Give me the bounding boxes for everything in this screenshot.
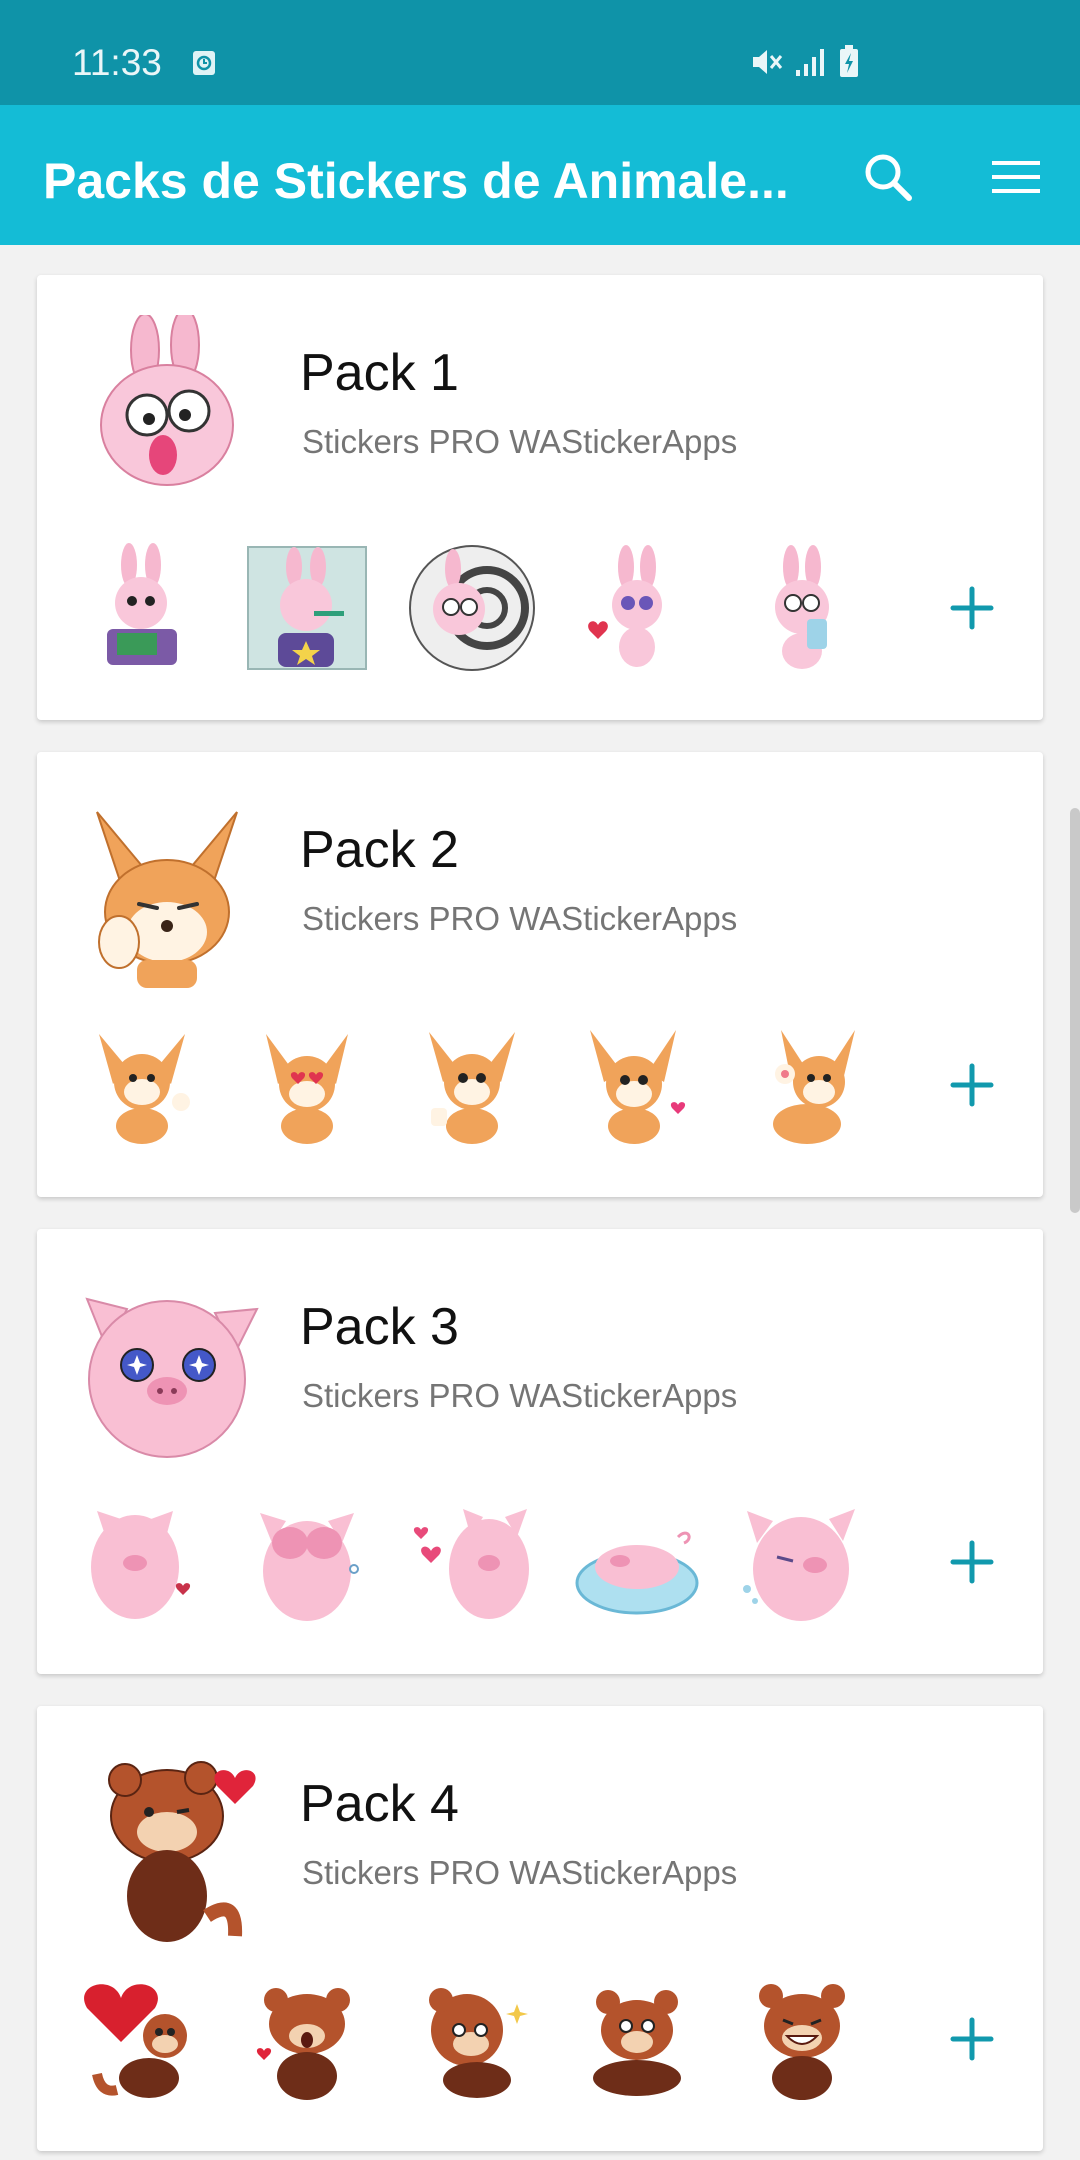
battery-charging-icon [840, 45, 858, 77]
fox-wave-paw-sticker [773, 1030, 855, 1144]
sticker-row [77, 1020, 917, 1150]
mute-icon [753, 50, 783, 74]
scrollbar[interactable] [1070, 808, 1080, 1213]
alarm-icon [193, 51, 215, 75]
pack-publisher: Stickers PRO WAStickerApps [302, 423, 738, 460]
bunny-brushing-teeth-sticker [247, 546, 367, 670]
pack-name: Pack 4 [300, 1775, 459, 1833]
app-bar: Packs de Stickers de Animale... [0, 105, 1080, 245]
add-pack-button[interactable] [937, 2004, 1007, 2074]
panda-heart-balloon-sticker [84, 1984, 187, 2098]
fox-waving-sticker [99, 1034, 190, 1144]
fox-heart-eyes-sticker [266, 1034, 348, 1144]
search-icon[interactable] [862, 151, 914, 203]
pack-publisher: Stickers PRO WAStickerApps [302, 1377, 738, 1414]
menu-icon[interactable] [992, 157, 1040, 197]
signal-icon [796, 49, 824, 76]
pack-thumbnail [85, 1297, 259, 1458]
pig-broken-heart-sticker [91, 1511, 191, 1619]
pig-hearts-sticker [413, 1509, 529, 1619]
bunny-in-love-sticker [588, 545, 662, 667]
panda-scared-sticker [593, 1990, 681, 2096]
bunny-reading-sticker [107, 543, 177, 665]
bunny-crying-sticker [775, 545, 829, 669]
fox-thumbs-up-sticker [429, 1032, 515, 1144]
panda-playful-sticker [429, 1988, 528, 2098]
bunny-hypnotized-sticker [409, 545, 535, 671]
add-pack-button[interactable] [937, 1050, 1007, 1120]
add-pack-button[interactable] [937, 1527, 1007, 1597]
status-time: 11:33 [72, 42, 162, 83]
pack-thumbnail [100, 315, 234, 486]
pig-hiding-sticker [260, 1513, 359, 1621]
pack-thumbnail [108, 1761, 256, 1942]
status-bar: 11:33 [0, 0, 1080, 105]
pack-name: Pack 2 [300, 821, 459, 879]
pack-name: Pack 1 [300, 344, 459, 402]
panda-shocked-sticker [256, 1988, 350, 2100]
pack-thumbnail [96, 811, 238, 988]
pack-publisher: Stickers PRO WAStickerApps [302, 1854, 738, 1891]
sticker-row [77, 1497, 917, 1627]
add-pack-button[interactable] [937, 573, 1007, 643]
pack-publisher: Stickers PRO WAStickerApps [302, 900, 738, 937]
pack-card[interactable]: Pack 3 Stickers PRO WAStickerApps [37, 1229, 1043, 1674]
panda-laughing-sticker [759, 1984, 845, 2100]
pack-card[interactable]: Pack 2 Stickers PRO WAStickerApps [37, 752, 1043, 1197]
pack-card[interactable]: Pack 4 Stickers PRO WAStickerApps [37, 1706, 1043, 2151]
page-title: Packs de Stickers de Animale... [43, 153, 789, 209]
fox-heart-sticker [590, 1030, 686, 1144]
pig-crying-sticker [743, 1509, 855, 1621]
pack-card[interactable]: Pack 1 Stickers PRO WAStickerApps [37, 275, 1043, 720]
sticker-row [77, 1974, 917, 2104]
pig-pool-sticker [575, 1531, 699, 1615]
pack-name: Pack 3 [300, 1298, 459, 1356]
sticker-row [77, 543, 917, 673]
